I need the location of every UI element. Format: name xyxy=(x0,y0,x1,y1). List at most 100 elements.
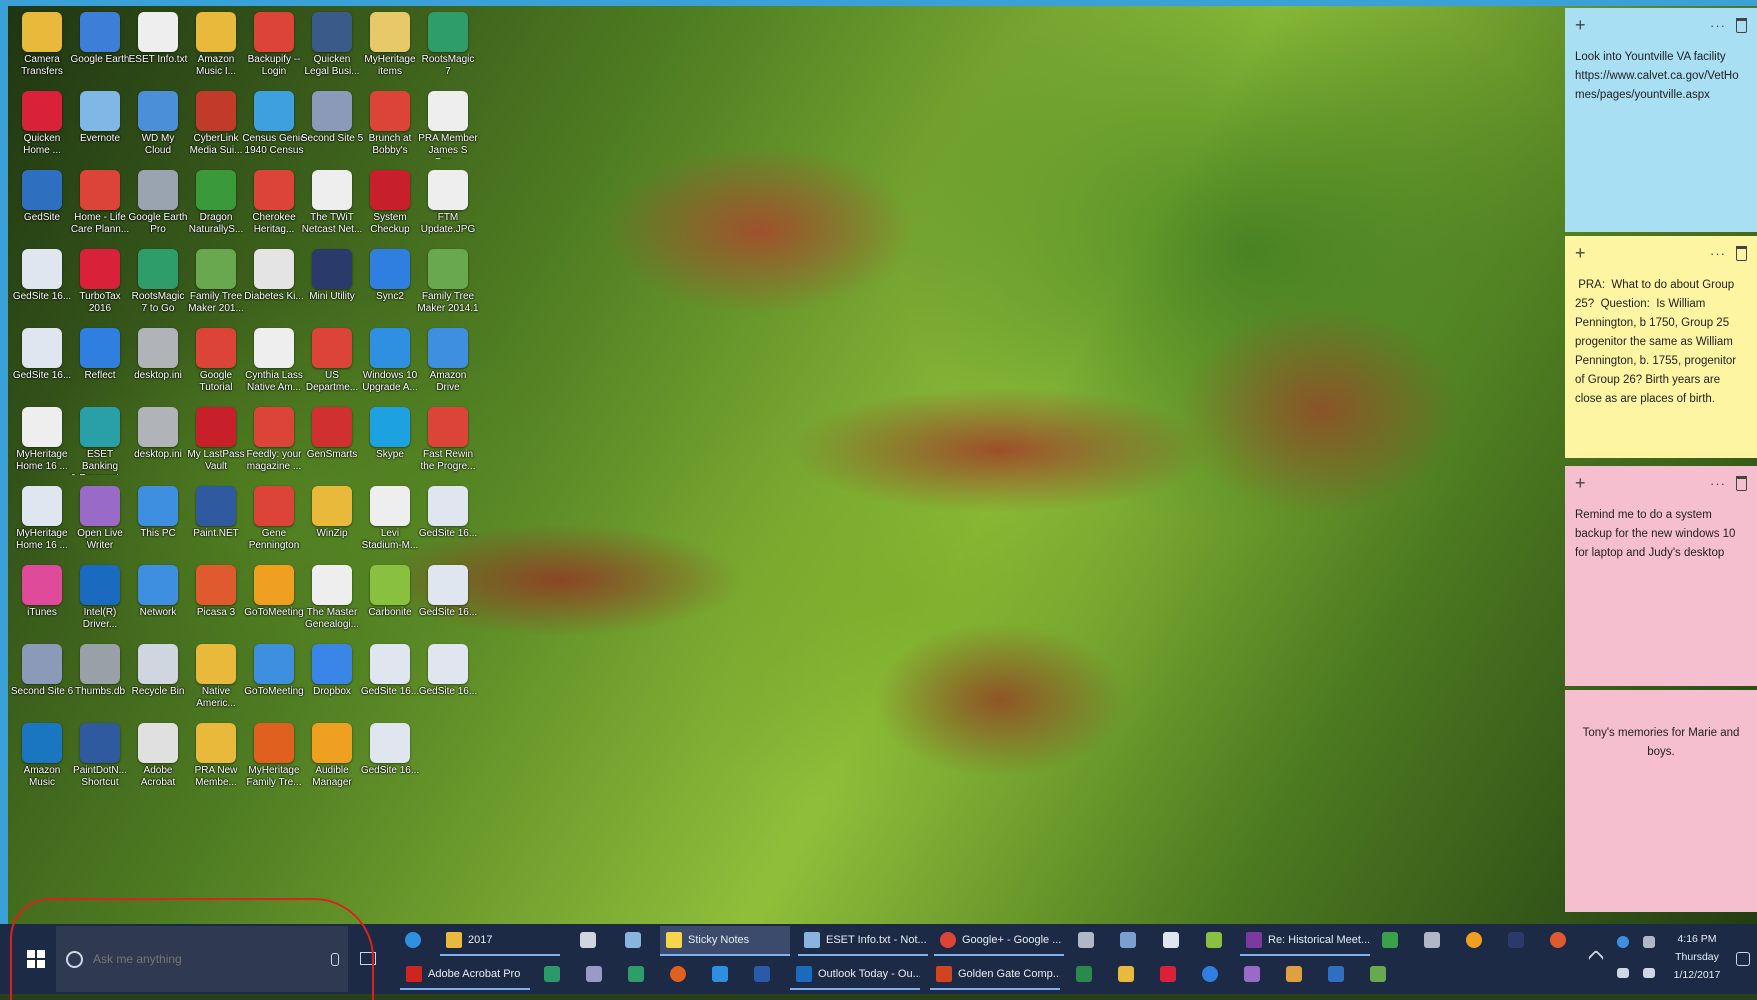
word-icon[interactable] xyxy=(754,966,770,982)
taskbar-window-outlook[interactable]: Outlook Today - Ou... xyxy=(790,960,920,990)
desktop-icon[interactable]: Amazon Drive xyxy=(416,324,480,394)
sticky-note-pink[interactable]: + ··· Remind me to do a system backup fo… xyxy=(1565,466,1757,686)
app-icon[interactable] xyxy=(1120,932,1136,948)
desktop-icon[interactable]: GenSmarts xyxy=(300,403,364,461)
add-note-icon[interactable]: + xyxy=(1575,243,1595,263)
app-icon[interactable] xyxy=(1286,966,1302,982)
app-icon[interactable] xyxy=(712,966,728,982)
desktop-icon[interactable]: My LastPass Vault xyxy=(184,403,248,473)
app-icon[interactable] xyxy=(544,966,560,982)
taskbar-window-chrome[interactable]: Google+ - Google ... xyxy=(934,926,1064,956)
desktop-icon[interactable]: Reflect xyxy=(68,324,132,382)
note-text[interactable]: Look into Yountville VA facility https:/… xyxy=(1575,48,1747,105)
desktop-icon[interactable]: US Departme... xyxy=(300,324,364,394)
desktop-icon[interactable]: MyHeritage Family Tre... xyxy=(242,719,306,789)
note-text[interactable]: Remind me to do a system backup for the … xyxy=(1575,506,1747,563)
desktop-icon[interactable]: Home - Life Care Plann... xyxy=(68,166,132,236)
volume-icon[interactable] xyxy=(1643,968,1655,978)
delete-note-icon[interactable] xyxy=(1736,17,1747,33)
note-text[interactable]: Tony's memories for Marie and boys. xyxy=(1575,724,1747,762)
desktop-icon[interactable]: Thumbs.db xyxy=(68,640,132,698)
desktop-icon[interactable]: Carbonite xyxy=(358,561,422,619)
app-icon[interactable] xyxy=(1118,966,1134,982)
delete-note-icon[interactable] xyxy=(1736,475,1747,491)
add-note-icon[interactable]: + xyxy=(1575,15,1595,35)
desktop-icon[interactable]: Camera Transfers xyxy=(10,8,74,78)
app-icon[interactable] xyxy=(586,966,602,982)
desktop-icon[interactable]: System Checkup xyxy=(358,166,422,236)
desktop-icon[interactable]: GoToMeeting xyxy=(242,640,306,698)
cloud-icon[interactable] xyxy=(1244,966,1260,982)
desktop-icon[interactable]: TurboTax 2016 xyxy=(68,245,132,315)
chevron-up-icon[interactable] xyxy=(1587,949,1605,967)
action-center-icon[interactable] xyxy=(1736,952,1750,966)
desktop-icon[interactable]: Quicken Legal Busi... xyxy=(300,8,364,78)
more-options-icon[interactable]: ··· xyxy=(1710,474,1726,493)
desktop-icon[interactable]: GedSite xyxy=(10,166,74,224)
desktop-icon[interactable]: Google Tutorial xyxy=(184,324,248,394)
sync-icon[interactable] xyxy=(1202,966,1218,982)
desktop-icon[interactable]: Google Earth Pro xyxy=(126,166,190,236)
app-icon[interactable] xyxy=(1078,932,1094,948)
flower-icon[interactable] xyxy=(1466,932,1482,948)
desktop-icon[interactable]: GedSite 16... xyxy=(358,640,422,698)
calculator-icon[interactable] xyxy=(1508,932,1524,948)
desktop-icon[interactable]: Audible Manager xyxy=(300,719,364,789)
desktop-icon[interactable]: GoToMeeting xyxy=(242,561,306,619)
desktop-icon[interactable]: Paint.NET xyxy=(184,482,248,540)
app-icon[interactable] xyxy=(1424,932,1440,948)
desktop-icon[interactable]: This PC xyxy=(126,482,190,540)
desktop-icon[interactable]: WinZip xyxy=(300,482,364,540)
desktop-icon[interactable]: Diabetes Ki... xyxy=(242,245,306,303)
desktop-icon[interactable]: Feedly: your magazine ... xyxy=(242,403,306,473)
app-icon[interactable] xyxy=(1382,932,1398,948)
taskbar-window-sticky-notes[interactable]: Sticky Notes xyxy=(660,926,790,956)
desktop-icon[interactable]: Google Earth xyxy=(68,8,132,66)
desktop-icon[interactable]: Skype xyxy=(358,403,422,461)
desktop-icon[interactable]: Amazon Music xyxy=(10,719,74,789)
add-note-icon[interactable]: + xyxy=(1575,473,1595,493)
desktop-icon[interactable]: CyberLink Media Sui... xyxy=(184,87,248,157)
desktop-icon[interactable]: GedSite 16... xyxy=(416,640,480,698)
desktop-icon[interactable]: desktop.ini xyxy=(126,403,190,461)
desktop-icon[interactable]: GedSite 16... xyxy=(10,245,74,303)
desktop-icon[interactable]: desktop.ini xyxy=(126,324,190,382)
desktop-icon[interactable]: MyHeritage Home 16 ... xyxy=(10,403,74,473)
message-tray-icon[interactable] xyxy=(1617,968,1629,978)
desktop-icon[interactable]: iTunes xyxy=(10,561,74,619)
desktop-icon[interactable]: Adobe Acrobat xyxy=(126,719,190,789)
app-icon[interactable] xyxy=(1550,932,1566,948)
delete-note-icon[interactable] xyxy=(1736,245,1747,261)
sticky-note-yellow[interactable]: + ··· PRA: What to do about Group 25? Qu… xyxy=(1565,236,1757,458)
desktop-icon[interactable]: Native Americ... xyxy=(184,640,248,710)
system-clock[interactable]: 4:16 PM Thursday 1/12/2017 xyxy=(1664,930,1730,984)
desktop-icon[interactable]: Mini Utility xyxy=(300,245,364,303)
desktop-icon[interactable]: RootsMagic 7 to Go xyxy=(126,245,190,315)
desktop-icon[interactable]: Fast Rewin the Progre... xyxy=(416,403,480,473)
desktop-icon[interactable]: The TWiT Netcast Net... xyxy=(300,166,364,236)
edge-icon[interactable] xyxy=(405,932,421,948)
taskbar-window-powerpoint[interactable]: Golden Gate Comp... xyxy=(930,960,1060,990)
mail-icon[interactable] xyxy=(625,932,641,948)
desktop-icon[interactable]: Sync2 xyxy=(358,245,422,303)
quicken-icon[interactable] xyxy=(1160,966,1176,982)
desktop-icon[interactable]: Second Site 6 xyxy=(10,640,74,698)
desktop-icon[interactable]: Brunch at Bobby's xyxy=(358,87,422,157)
desktop-icon[interactable]: Gene Pennington xyxy=(242,482,306,552)
app-icon[interactable] xyxy=(1328,966,1344,982)
app-tray-icon[interactable] xyxy=(1617,936,1629,948)
desktop-icon[interactable]: GedSite 16... xyxy=(416,561,480,619)
desktop-icon[interactable]: FTM Update.JPG xyxy=(416,166,480,236)
desktop-icon[interactable]: GedSite 16... xyxy=(10,324,74,382)
sticky-note-pink-2[interactable]: Tony's memories for Marie and boys. xyxy=(1565,690,1757,912)
desktop-icon[interactable]: Levi Stadium-M... xyxy=(358,482,422,552)
desktop-icon[interactable]: MyHeritage Home 16 ... xyxy=(10,482,74,552)
tree-icon[interactable] xyxy=(628,966,644,982)
app-icon[interactable] xyxy=(670,966,686,982)
app-icon[interactable] xyxy=(1206,932,1222,948)
taskbar-window-2017[interactable]: 2017 xyxy=(440,926,560,956)
desktop-icon[interactable]: Census Genie 1940 Census xyxy=(242,87,306,157)
desktop-icon[interactable]: Backupify -- Login xyxy=(242,8,306,78)
calculator-icon[interactable] xyxy=(1163,932,1179,948)
desktop-icon[interactable]: Network xyxy=(126,561,190,619)
